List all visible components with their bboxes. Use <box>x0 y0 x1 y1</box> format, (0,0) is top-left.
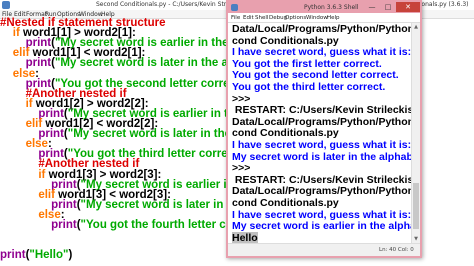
scroll-up-icon[interactable]: ▲ <box>412 23 420 31</box>
close-icon[interactable]: ✕ <box>396 2 420 12</box>
shell-line-text: You got the first letter correct. <box>232 57 382 70</box>
shell-menu-shell[interactable]: Shell <box>255 13 268 23</box>
shell-output-line: You got the third letter correct. <box>232 81 385 93</box>
shell-line-text: cond Conditionals.py <box>232 34 339 47</box>
minimize-icon[interactable]: — <box>364 2 380 12</box>
shell-output-line: cond Conditionals.py <box>232 127 339 139</box>
code-token: "Hello" <box>29 249 69 262</box>
shell-output-line: I have secret word, guess what it is: wa… <box>232 209 411 221</box>
shell-line-text: I have secret word, guess what it is: wa… <box>232 208 411 221</box>
shell-input-line: Hello <box>232 231 258 243</box>
shell-menu-file[interactable]: File <box>231 13 240 23</box>
shell-menu-edit[interactable]: Edit <box>243 13 254 23</box>
shell-titlebar[interactable]: Python 3.6.3 Shell — □ ✕ <box>228 2 420 13</box>
shell-line-text: >>> <box>232 162 251 175</box>
shell-line-text: RESTART: C:/Users/Kevin Strileckis/App <box>234 173 411 186</box>
shell-line-text: Data/Local/Programs/Python/Python36/Se <box>232 115 411 128</box>
shell-line-text: Data/Local/Programs/Python/Python36/Se <box>232 23 411 35</box>
scroll-thumb[interactable] <box>413 183 419 229</box>
shell-line-text: >>> <box>232 92 251 105</box>
shell-line-text: RESTART: C:/Users/Kevin Strileckis/App <box>234 104 411 117</box>
shell-output-line: Data/Local/Programs/Python/Python36/Se <box>232 23 411 35</box>
python-logo-icon <box>2 1 10 9</box>
shell-output-line: >>> <box>232 93 250 105</box>
shell-line-text: You got the third letter correct. <box>232 81 386 93</box>
shell-output-line: RESTART: C:/Users/Kevin Strileckis/App <box>232 174 411 186</box>
shell-output-line: You got the second letter correct. <box>232 69 399 81</box>
shell-output-line: cond Conditionals.py <box>232 35 339 47</box>
shell-title: Python 3.6.3 Shell <box>304 4 359 11</box>
shell-menu-help[interactable]: Help <box>327 13 340 23</box>
shell-line-text: Data/Local/Programs/Python/Python36/Se <box>232 185 411 198</box>
shell-output-line: >>> <box>232 162 250 174</box>
shell-line-text: I have secret word, guess what it is: wa… <box>232 139 411 151</box>
scroll-down-icon[interactable]: ▼ <box>412 235 420 243</box>
shell-line-text: My secret word is earlier in the alphabe… <box>232 220 411 233</box>
shell-menu-options[interactable]: Options <box>285 13 306 23</box>
shell-output-line: I have secret word, guess what it is: wa… <box>232 139 411 151</box>
maximize-icon[interactable]: □ <box>380 2 396 12</box>
code-token: ) <box>68 249 73 262</box>
shell-line-text: cond Conditionals.py <box>232 127 339 140</box>
shell-menu-window[interactable]: Window <box>306 13 328 23</box>
shell-output-line: I have secret word, guess what it is: ka… <box>232 46 411 58</box>
shell-line-text: You got the second letter correct. <box>232 69 399 82</box>
shell-output-line: My secret word is earlier in the alphabe… <box>232 220 411 232</box>
shell-statusbar: Ln: 40 Col: 0 <box>228 243 420 256</box>
shell-line-text: I have secret word, guess what it is: ka… <box>232 46 411 59</box>
python-logo-icon <box>231 4 238 11</box>
code-token: print <box>51 219 77 231</box>
shell-output-line: RESTART: C:/Users/Kevin Strileckis/App <box>232 104 411 116</box>
shell-scrollbar[interactable]: ▲ ▼ <box>411 23 420 243</box>
shell-line-text: Hello <box>232 231 258 243</box>
shell-line-text: My secret word is later in the alphabet <box>232 150 411 163</box>
shell-output-line: Data/Local/Programs/Python/Python36/Se <box>232 185 411 197</box>
shell-window: Python 3.6.3 Shell — □ ✕ File Edit Shell… <box>226 0 422 258</box>
shell-output-line: You got the first letter correct. <box>232 58 382 70</box>
shell-output-line: My secret word is later in the alphabet <box>232 151 411 163</box>
shell-output-area[interactable]: Data/Local/Programs/Python/Python36/Seco… <box>228 23 411 243</box>
cursor-position: Ln: 40 Col: 0 <box>379 247 414 253</box>
code-token: print <box>0 249 26 262</box>
shell-output-line: cond Conditionals.py <box>232 197 339 209</box>
code-line: print("Hello") <box>0 249 72 262</box>
shell-menubar: File Edit Shell Debug Options Window Hel… <box>228 13 420 23</box>
shell-output-line: Data/Local/Programs/Python/Python36/Se <box>232 116 411 128</box>
shell-line-text: cond Conditionals.py <box>232 197 339 209</box>
